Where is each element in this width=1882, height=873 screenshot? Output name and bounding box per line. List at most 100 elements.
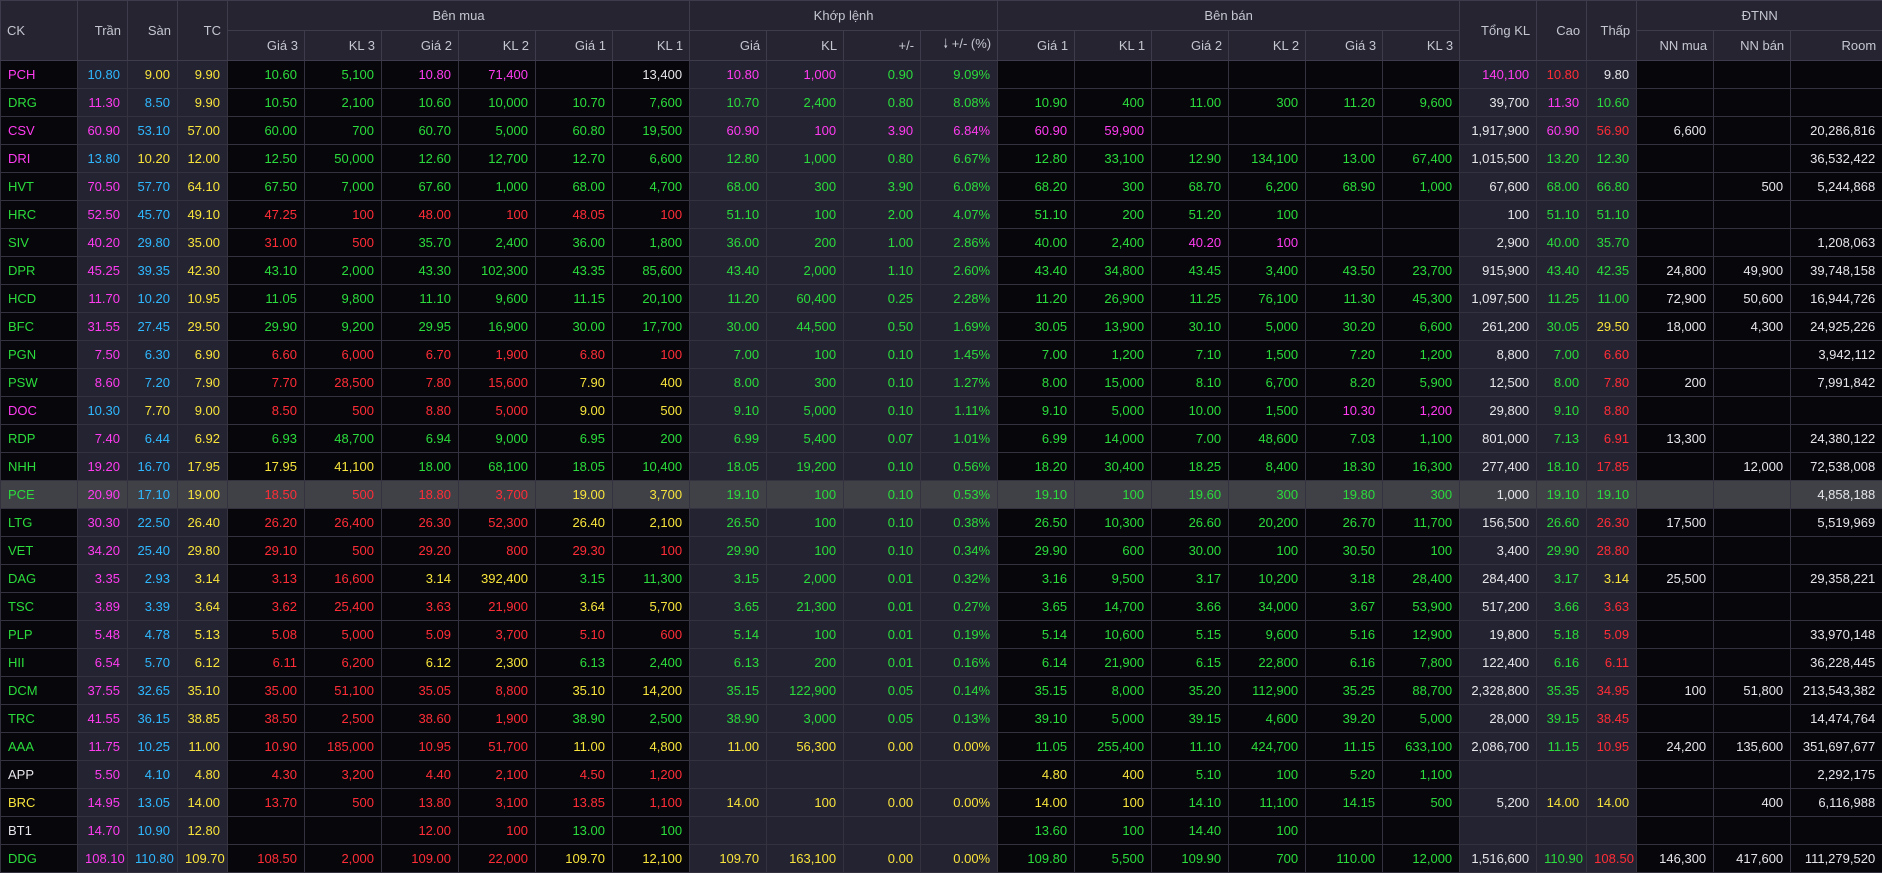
table-row[interactable]: HVT70.5057.7064.1067.507,00067.601,00068… [1,173,1882,201]
cell-buy-gia3: 18.50 [228,481,305,509]
table-row[interactable]: PCH10.809.009.9010.605,10010.8071,40013,… [1,61,1882,89]
col-header-room[interactable]: Room [1791,31,1882,61]
cell-ck[interactable]: TRC [1,705,78,733]
col-header-ck[interactable]: CK [1,1,78,61]
col-header-tran[interactable]: Trần [78,1,128,61]
table-row[interactable]: DAG3.352.933.143.1316,6003.14392,4003.15… [1,565,1882,593]
cell-ck[interactable]: PCH [1,61,78,89]
table-row[interactable]: TRC41.5536.1538.8538.502,50038.601,90038… [1,705,1882,733]
col-header-match-change[interactable]: +/- [844,31,921,61]
cell-ck[interactable]: AAA [1,733,78,761]
cell-ck[interactable]: HII [1,649,78,677]
cell-ck[interactable]: DRI [1,145,78,173]
cell-ck[interactable]: DPR [1,257,78,285]
col-header-sell-kl2[interactable]: KL 2 [1229,31,1306,61]
col-header-san[interactable]: Sàn [128,1,178,61]
cell-ck[interactable]: BT1 [1,817,78,845]
cell-ck[interactable]: PLP [1,621,78,649]
col-header-buy-kl2[interactable]: KL 2 [459,31,536,61]
col-header-sell-kl1[interactable]: KL 1 [1075,31,1152,61]
table-row[interactable]: LTG30.3022.5026.4026.2026,40026.3052,300… [1,509,1882,537]
cell-ck[interactable]: HVT [1,173,78,201]
col-header-match-kl[interactable]: KL [767,31,844,61]
table-row[interactable]: PSW8.607.207.907.7028,5007.8015,6007.904… [1,369,1882,397]
cell-ck[interactable]: DOC [1,397,78,425]
table-row[interactable]: BRC14.9513.0514.0013.7050013.803,10013.8… [1,789,1882,817]
col-header-match-gia[interactable]: Giá [690,31,767,61]
table-row[interactable]: SIV40.2029.8035.0031.0050035.702,40036.0… [1,229,1882,257]
cell-nn-mua [1637,621,1714,649]
cell-buy-kl1: 4,700 [613,173,690,201]
cell-buy-gia1: 3.64 [536,593,613,621]
cell-ck[interactable]: CSV [1,117,78,145]
cell-room: 24,925,226 [1791,313,1882,341]
table-row[interactable]: HRC52.5045.7049.1047.2510048.0010048.051… [1,201,1882,229]
table-row[interactable]: DCM37.5532.6535.1035.0051,10035.058,8003… [1,677,1882,705]
cell-ck[interactable]: VET [1,537,78,565]
table-row[interactable]: HCD11.7010.2010.9511.059,80011.109,60011… [1,285,1882,313]
table-row[interactable]: HII6.545.706.126.116,2006.122,3006.132,4… [1,649,1882,677]
cell-sell-kl2 [1229,117,1306,145]
cell-cao [1537,761,1587,789]
cell-sell-kl3: 1,200 [1383,341,1460,369]
table-row[interactable]: DOC10.307.709.008.505008.805,0009.005009… [1,397,1882,425]
table-row[interactable]: DRI13.8010.2012.0012.5050,00012.6012,700… [1,145,1882,173]
table-row[interactable]: DRG11.308.509.9010.502,10010.6010,00010.… [1,89,1882,117]
cell-sell-gia3: 7.03 [1306,425,1383,453]
table-row[interactable]: VET34.2025.4029.8029.1050029.2080029.301… [1,537,1882,565]
cell-match-kl: 2,000 [767,565,844,593]
cell-ck[interactable]: RDP [1,425,78,453]
table-row[interactable]: BFC31.5527.4529.5029.909,20029.9516,9003… [1,313,1882,341]
cell-thap: 10.95 [1587,733,1637,761]
cell-buy-gia3: 17.95 [228,453,305,481]
table-row[interactable]: APP5.504.104.804.303,2004.402,1004.501,2… [1,761,1882,789]
cell-ck[interactable]: DAG [1,565,78,593]
cell-ck[interactable]: BRC [1,789,78,817]
cell-ck[interactable]: PCE [1,481,78,509]
cell-ck[interactable]: HCD [1,285,78,313]
col-header-cao[interactable]: Cao [1537,1,1587,61]
cell-ck[interactable]: LTG [1,509,78,537]
col-header-sell-gia1[interactable]: Giá 1 [998,31,1075,61]
table-row[interactable]: CSV60.9053.1057.0060.0070060.705,00060.8… [1,117,1882,145]
cell-ck[interactable]: PGN [1,341,78,369]
col-header-buy-kl1[interactable]: KL 1 [613,31,690,61]
col-header-match-pct[interactable]: 🠓 +/- (%) [921,31,998,61]
cell-ck[interactable]: PSW [1,369,78,397]
col-header-buy-gia2[interactable]: Giá 2 [382,31,459,61]
col-header-buy-gia3[interactable]: Giá 3 [228,31,305,61]
cell-san: 6.30 [128,341,178,369]
col-header-tc[interactable]: TC [178,1,228,61]
cell-buy-gia2: 12.60 [382,145,459,173]
cell-ck[interactable]: DDG [1,845,78,873]
col-header-buy-gia1[interactable]: Giá 1 [536,31,613,61]
cell-ck[interactable]: BFC [1,313,78,341]
table-row[interactable]: PGN7.506.306.906.606,0006.701,9006.80100… [1,341,1882,369]
col-header-nn-mua[interactable]: NN mua [1637,31,1714,61]
cell-ck[interactable]: APP [1,761,78,789]
table-row[interactable]: AAA11.7510.2511.0010.90185,00010.9551,70… [1,733,1882,761]
cell-ck[interactable]: DRG [1,89,78,117]
col-header-thap[interactable]: Thấp [1587,1,1637,61]
cell-tran: 52.50 [78,201,128,229]
table-row[interactable]: PCE20.9017.1019.0018.5050018.803,70019.0… [1,481,1882,509]
table-row[interactable]: PLP5.484.785.135.085,0005.093,7005.10600… [1,621,1882,649]
table-row[interactable]: DPR45.2539.3542.3043.102,00043.30102,300… [1,257,1882,285]
table-row[interactable]: BT114.7010.9012.8012.0010013.0010013.601… [1,817,1882,845]
cell-match-kl: 200 [767,229,844,257]
col-header-nn-ban[interactable]: NN bán [1714,31,1791,61]
cell-ck[interactable]: SIV [1,229,78,257]
cell-ck[interactable]: TSC [1,593,78,621]
col-header-buy-kl3[interactable]: KL 3 [305,31,382,61]
table-row[interactable]: DDG108.10110.80109.70108.502,000109.0022… [1,845,1882,873]
col-header-sell-gia2[interactable]: Giá 2 [1152,31,1229,61]
cell-ck[interactable]: DCM [1,677,78,705]
cell-ck[interactable]: NHH [1,453,78,481]
table-row[interactable]: RDP7.406.446.926.9348,7006.949,0006.9520… [1,425,1882,453]
col-header-sell-gia3[interactable]: Giá 3 [1306,31,1383,61]
cell-ck[interactable]: HRC [1,201,78,229]
table-row[interactable]: NHH19.2016.7017.9517.9541,10018.0068,100… [1,453,1882,481]
col-header-tong-kl[interactable]: Tổng KL [1460,1,1537,61]
col-header-sell-kl3[interactable]: KL 3 [1383,31,1460,61]
table-row[interactable]: TSC3.893.393.643.6225,4003.6321,9003.645… [1,593,1882,621]
